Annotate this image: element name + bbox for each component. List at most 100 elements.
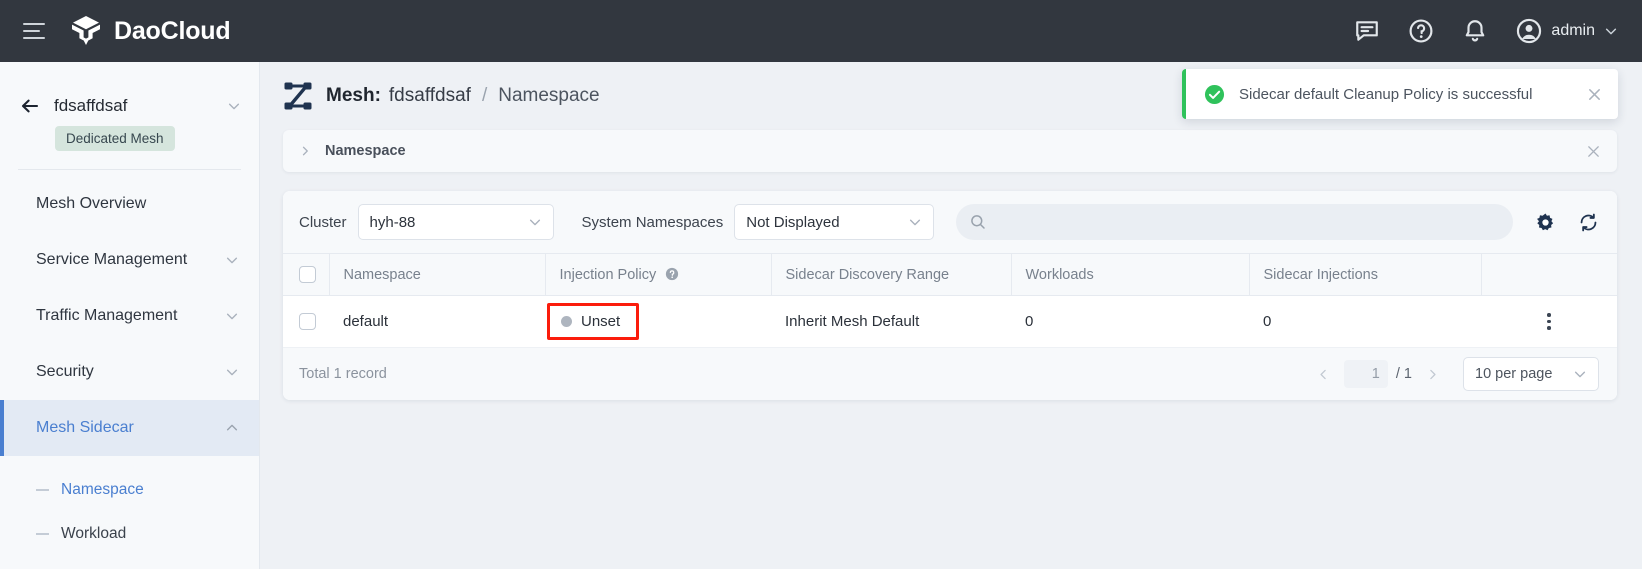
- sidebar-item-mesh-sidecar[interactable]: Mesh Sidecar: [0, 400, 259, 456]
- table-row[interactable]: default Unset Inherit Mesh Default 0 0: [283, 296, 1617, 348]
- success-check-icon: [1204, 84, 1225, 105]
- chevron-down-icon[interactable]: [227, 99, 241, 113]
- search-icon: [970, 214, 986, 230]
- row-select-cell: [283, 296, 329, 348]
- chevron-down-icon: [1604, 24, 1618, 38]
- injection-policy-value: Unset: [581, 313, 620, 330]
- status-dot-icon: [561, 316, 572, 327]
- cluster-select-value: hyh-88: [370, 214, 416, 231]
- system-namespaces-select[interactable]: Not Displayed: [734, 204, 934, 240]
- help-icon[interactable]: [1408, 18, 1434, 44]
- sidebar-item-label: Mesh Overview: [36, 195, 146, 213]
- system-namespaces-value: Not Displayed: [746, 214, 839, 231]
- sidebar-item-workload[interactable]: Workload: [0, 512, 259, 556]
- cell-sidecar-injections: 0: [1249, 296, 1481, 348]
- sidebar-item-label: Service Management: [36, 251, 187, 269]
- row-more-actions-icon[interactable]: [1495, 313, 1603, 330]
- sidebar-mesh-header[interactable]: fdsaffdsaf: [0, 82, 259, 130]
- column-label: Workloads: [1026, 267, 1094, 283]
- mesh-type-badge: Dedicated Mesh: [55, 126, 175, 151]
- chevron-down-icon: [1573, 367, 1587, 381]
- column-label: Injection Policy: [560, 267, 657, 283]
- chevron-down-icon: [225, 365, 239, 379]
- help-icon[interactable]: [665, 267, 679, 281]
- refresh-icon[interactable]: [1578, 212, 1599, 233]
- cell-namespace: default: [329, 296, 545, 348]
- next-page-icon[interactable]: [1426, 368, 1439, 381]
- cluster-select[interactable]: hyh-88: [358, 204, 554, 240]
- page-header-label: Mesh:: [326, 85, 381, 107]
- sidebar-subitem-label: Workload: [61, 525, 126, 543]
- sidebar-subitem-label: Namespace: [61, 481, 144, 499]
- chat-icon[interactable]: [1354, 18, 1380, 44]
- user-menu[interactable]: admin: [1516, 18, 1618, 44]
- page-header-mesh[interactable]: fdsaffdsaf: [389, 85, 471, 107]
- namespace-table: Namespace Injection Policy Sidecar Disco…: [283, 253, 1617, 348]
- sidebar-item-label: Mesh Sidecar: [36, 419, 134, 437]
- filter-bar: Cluster hyh-88 System Namespaces Not Dis…: [283, 191, 1617, 253]
- bell-icon[interactable]: [1462, 18, 1488, 44]
- cell-workloads: 0: [1011, 296, 1249, 348]
- column-actions: [1481, 254, 1617, 296]
- injection-policy-highlight[interactable]: Unset: [547, 303, 639, 340]
- back-arrow-icon[interactable]: [20, 96, 40, 116]
- search-input[interactable]: [995, 214, 1499, 230]
- row-checkbox[interactable]: [299, 313, 316, 330]
- table-footer: Total 1 record 1 / 1 10 per page: [283, 348, 1617, 400]
- select-all-header: [283, 254, 329, 296]
- close-icon[interactable]: [1586, 144, 1601, 159]
- column-label: Sidecar Injections: [1264, 267, 1378, 283]
- column-label: Namespace: [344, 267, 421, 283]
- menu-toggle-icon[interactable]: [23, 23, 45, 39]
- daocloud-cube-icon: [69, 14, 103, 48]
- gear-icon[interactable]: [1535, 212, 1556, 233]
- column-workloads: Workloads: [1011, 254, 1249, 296]
- chevron-down-icon: [528, 215, 542, 229]
- sidebar-item-security[interactable]: Security: [0, 344, 259, 400]
- per-page-select[interactable]: 10 per page: [1463, 357, 1599, 391]
- page-number-input[interactable]: 1: [1344, 360, 1388, 388]
- column-injection-policy: Injection Policy: [545, 254, 771, 296]
- top-bar: DaoCloud admin: [0, 0, 1642, 62]
- toast-message: Sidecar default Cleanup Policy is succes…: [1239, 86, 1573, 103]
- chevron-down-icon: [225, 253, 239, 267]
- main-content: Mesh: fdsaffdsaf / Namespace Namespace C…: [260, 62, 1642, 569]
- brand-logo-group[interactable]: DaoCloud: [69, 14, 230, 48]
- system-namespaces-label: System Namespaces: [582, 214, 724, 231]
- sidebar-item-namespace[interactable]: Namespace: [0, 468, 259, 512]
- success-toast: Sidecar default Cleanup Policy is succes…: [1182, 69, 1618, 119]
- chevron-down-icon: [908, 215, 922, 229]
- sidebar-item-label: Security: [36, 363, 94, 381]
- close-icon[interactable]: [1587, 87, 1602, 102]
- column-sidecar-injections: Sidecar Injections: [1249, 254, 1481, 296]
- sidebar-item-traffic-management[interactable]: Traffic Management: [0, 288, 259, 344]
- sidebar-item-label: Traffic Management: [36, 307, 177, 325]
- chevron-right-icon[interactable]: [299, 145, 311, 157]
- sidebar-item-service-management[interactable]: Service Management: [0, 232, 259, 288]
- cell-injection-policy: Unset: [545, 296, 771, 348]
- cluster-label: Cluster: [299, 214, 347, 231]
- chevron-up-icon: [225, 421, 239, 435]
- column-sidecar-discovery-range: Sidecar Discovery Range: [771, 254, 1011, 296]
- page-total-label: / 1: [1396, 366, 1412, 382]
- page-header-current: Namespace: [498, 85, 599, 107]
- namespace-filter-chip-bar: Namespace: [283, 130, 1617, 172]
- cell-discovery-range: Inherit Mesh Default: [771, 296, 1011, 348]
- sidebar-item-mesh-overview[interactable]: Mesh Overview: [0, 176, 259, 232]
- sidebar-nav: Mesh Overview Service Management Traffic…: [0, 176, 259, 556]
- user-name: admin: [1551, 22, 1595, 40]
- bullet-dash-icon: [36, 489, 49, 491]
- topbar-actions: admin: [1354, 18, 1618, 44]
- per-page-value: 10 per page: [1475, 366, 1552, 382]
- bullet-dash-icon: [36, 533, 49, 535]
- select-all-checkbox[interactable]: [299, 266, 316, 283]
- breadcrumb-separator: /: [482, 85, 487, 107]
- search-box[interactable]: [956, 204, 1513, 240]
- avatar-icon: [1516, 18, 1542, 44]
- table-header: Namespace Injection Policy Sidecar Disco…: [283, 254, 1617, 296]
- column-label: Sidecar Discovery Range: [786, 267, 950, 283]
- sidebar-divider: [18, 169, 241, 170]
- sidebar-mesh-name: fdsaffdsaf: [54, 96, 227, 116]
- prev-page-icon[interactable]: [1317, 368, 1330, 381]
- brand-name: DaoCloud: [114, 17, 230, 46]
